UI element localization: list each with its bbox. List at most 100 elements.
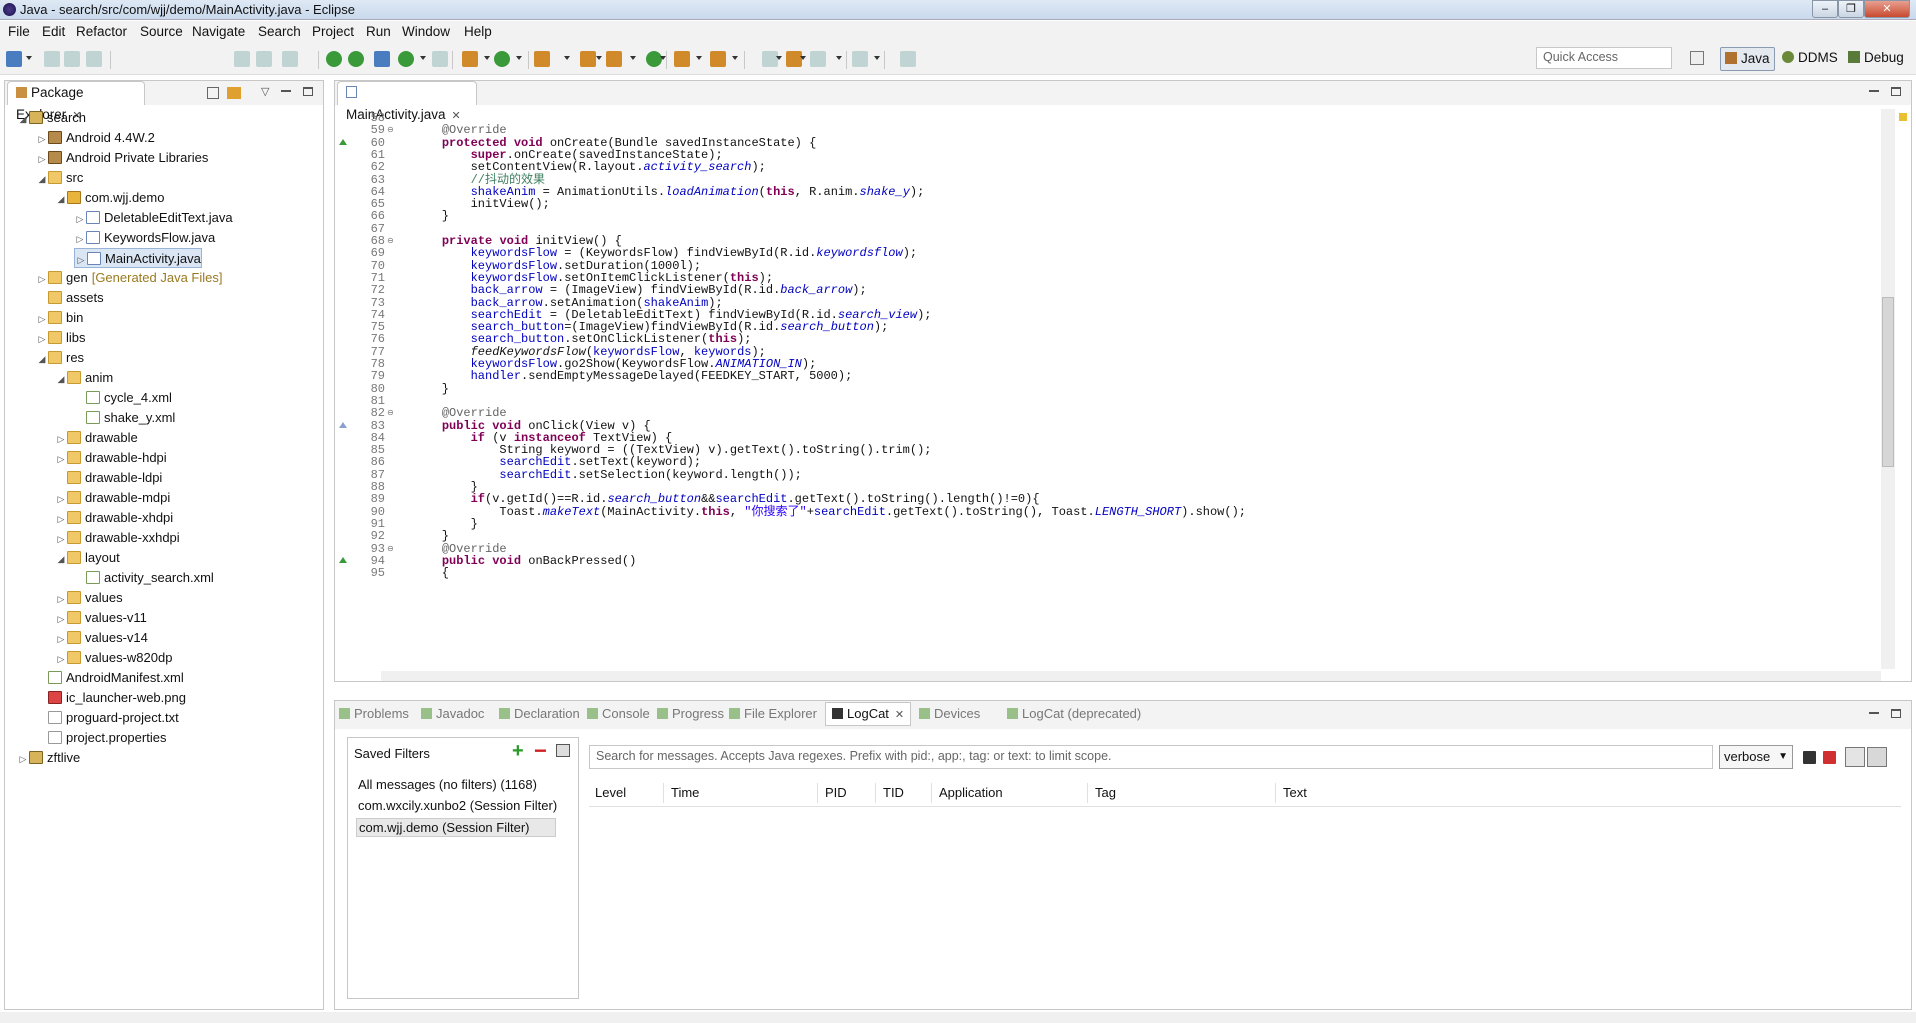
save-all-icon[interactable]: [64, 51, 80, 67]
link-with-editor-icon[interactable]: [227, 87, 241, 99]
collapse-arrow-icon[interactable]: ▷: [17, 749, 29, 769]
override-marker-icon[interactable]: [339, 138, 347, 145]
tree-item[interactable]: ◢ com.wjj.demo: [55, 188, 165, 209]
view-menu-icon[interactable]: ▽: [261, 85, 269, 98]
menu-file[interactable]: File: [8, 24, 30, 39]
debug-icon[interactable]: [462, 51, 478, 67]
menu-navigate[interactable]: Navigate: [192, 24, 245, 39]
tree-item[interactable]: ▷ Android Private Libraries: [36, 148, 209, 169]
code-line[interactable]: }: [413, 209, 449, 224]
external-tools-icon[interactable]: [534, 51, 550, 67]
collapse-arrow-icon[interactable]: ▷: [36, 149, 48, 169]
column-header-application[interactable]: Application: [939, 785, 1003, 800]
tree-item[interactable]: ▷ Android 4.4W.2: [36, 128, 155, 148]
tab-file-explorer[interactable]: File Explorer: [729, 706, 817, 721]
column-divider[interactable]: [1275, 783, 1276, 803]
menu-run[interactable]: Run: [366, 24, 391, 39]
dropdown-arrow-icon[interactable]: [630, 56, 636, 60]
expand-arrow-icon[interactable]: ◢: [55, 369, 67, 389]
prev-annotation-icon[interactable]: [282, 51, 298, 67]
dropdown-arrow-icon[interactable]: [420, 56, 426, 60]
tree-item[interactable]: ▷ DeletableEditText.java: [74, 208, 233, 228]
minimize-view-icon[interactable]: [281, 90, 291, 92]
tab-logcat-deprecated[interactable]: LogCat (deprecated): [1007, 706, 1141, 721]
tree-item[interactable]: ▷ gen [Generated Java Files]: [36, 268, 223, 288]
pin-editor-icon[interactable]: [852, 51, 868, 67]
tree-item[interactable]: drawable-ldpi: [55, 468, 162, 488]
new-android-project-icon[interactable]: [398, 51, 414, 67]
code-line[interactable]: handler.sendEmptyMessageDelayed(FEEDKEY_…: [413, 369, 853, 384]
tab-progress[interactable]: Progress: [657, 706, 724, 721]
minimize-view-icon[interactable]: [1869, 90, 1879, 92]
collapse-arrow-icon[interactable]: ▷: [36, 309, 48, 329]
collapse-arrow-icon[interactable]: ▷: [75, 250, 87, 270]
menu-edit[interactable]: Edit: [42, 24, 65, 39]
tree-item[interactable]: shake_y.xml: [74, 408, 175, 428]
tree-item[interactable]: ▷ values-v11: [55, 608, 147, 628]
forward-icon[interactable]: [810, 51, 826, 67]
tree-item[interactable]: ▷ bin: [36, 308, 84, 329]
save-icon[interactable]: [44, 51, 60, 67]
collapse-arrow-icon[interactable]: ▷: [55, 429, 67, 449]
maximize-view-icon[interactable]: [303, 87, 313, 96]
dropdown-arrow-icon[interactable]: [564, 56, 570, 60]
filter-item[interactable]: com.wxcily.xunbo2 (Session Filter): [356, 797, 559, 814]
fold-toggle-icon[interactable]: ⊖: [387, 544, 394, 553]
tab-javadoc[interactable]: Javadoc: [421, 706, 484, 721]
new-android-test-icon[interactable]: [432, 51, 448, 67]
menu-window[interactable]: Window: [402, 24, 450, 39]
tree-item[interactable]: ◢ anim: [55, 368, 114, 389]
dropdown-arrow-icon[interactable]: [776, 56, 782, 60]
column-header-level[interactable]: Level: [595, 785, 626, 800]
tree-item[interactable]: ▷ drawable-hdpi: [55, 448, 167, 468]
dropdown-arrow-icon[interactable]: [596, 56, 602, 60]
vertical-scrollbar[interactable]: [1881, 109, 1895, 669]
menu-search[interactable]: Search: [258, 24, 301, 39]
dropdown-arrow-icon[interactable]: [732, 56, 738, 60]
tree-item[interactable]: ▷ values: [55, 588, 123, 608]
collapse-arrow-icon[interactable]: ▷: [55, 649, 67, 669]
expand-arrow-icon[interactable]: ◢: [36, 349, 48, 369]
lint-icon[interactable]: [374, 51, 390, 67]
toggle-filters-icon[interactable]: [1845, 747, 1865, 767]
fold-toggle-icon[interactable]: ⊖: [387, 125, 394, 134]
collapse-arrow-icon[interactable]: ▷: [55, 509, 67, 529]
new-java-project-icon[interactable]: [580, 51, 596, 67]
column-header-pid[interactable]: PID: [825, 785, 847, 800]
new-package-icon[interactable]: [606, 51, 622, 67]
tab-main-activity[interactable]: MainActivity.java ✕: [337, 81, 477, 122]
add-filter-button[interactable]: +: [512, 740, 524, 763]
collapse-arrow-icon[interactable]: ▷: [36, 329, 48, 349]
collapse-arrow-icon[interactable]: ▷: [36, 269, 48, 289]
code-line[interactable]: }: [413, 382, 449, 397]
column-header-time[interactable]: Time: [671, 785, 699, 800]
expand-arrow-icon[interactable]: ◢: [55, 189, 67, 209]
column-header-tag[interactable]: Tag: [1095, 785, 1116, 800]
tree-item[interactable]: cycle_4.xml: [74, 388, 172, 408]
android-avd-manager-icon[interactable]: [348, 51, 364, 67]
tab-logcat[interactable]: LogCat ✕: [825, 702, 912, 726]
tree-item[interactable]: ◢ src: [36, 168, 84, 189]
collapse-arrow-icon[interactable]: ▷: [74, 209, 86, 229]
collapse-arrow-icon[interactable]: ▷: [55, 609, 67, 629]
expand-arrow-icon[interactable]: ◢: [36, 169, 48, 189]
column-divider[interactable]: [817, 783, 818, 803]
column-divider[interactable]: [663, 783, 664, 803]
dropdown-arrow-icon[interactable]: [696, 56, 702, 60]
tree-item[interactable]: ▷ values-w820dp: [55, 648, 173, 669]
scroll-lock-icon[interactable]: [1867, 747, 1887, 767]
horizontal-scrollbar[interactable]: [381, 671, 1881, 681]
scrollbar-thumb[interactable]: [1882, 297, 1894, 467]
tree-item[interactable]: assets: [36, 288, 104, 308]
tab-devices[interactable]: Devices: [919, 706, 980, 721]
open-task-icon[interactable]: [900, 51, 916, 67]
tab-package-explorer[interactable]: Package Explorer✕: [7, 81, 145, 122]
next-annotation-icon[interactable]: [256, 51, 272, 67]
tab-problems[interactable]: Problems: [339, 706, 409, 721]
column-header-tid[interactable]: TID: [883, 785, 904, 800]
column-divider[interactable]: [1087, 783, 1088, 803]
perspective-ddms-button[interactable]: DDMS: [1778, 47, 1842, 71]
collapse-all-icon[interactable]: [207, 87, 219, 99]
close-tab-icon[interactable]: ✕: [895, 709, 904, 721]
clear-log-icon[interactable]: [1823, 751, 1836, 764]
